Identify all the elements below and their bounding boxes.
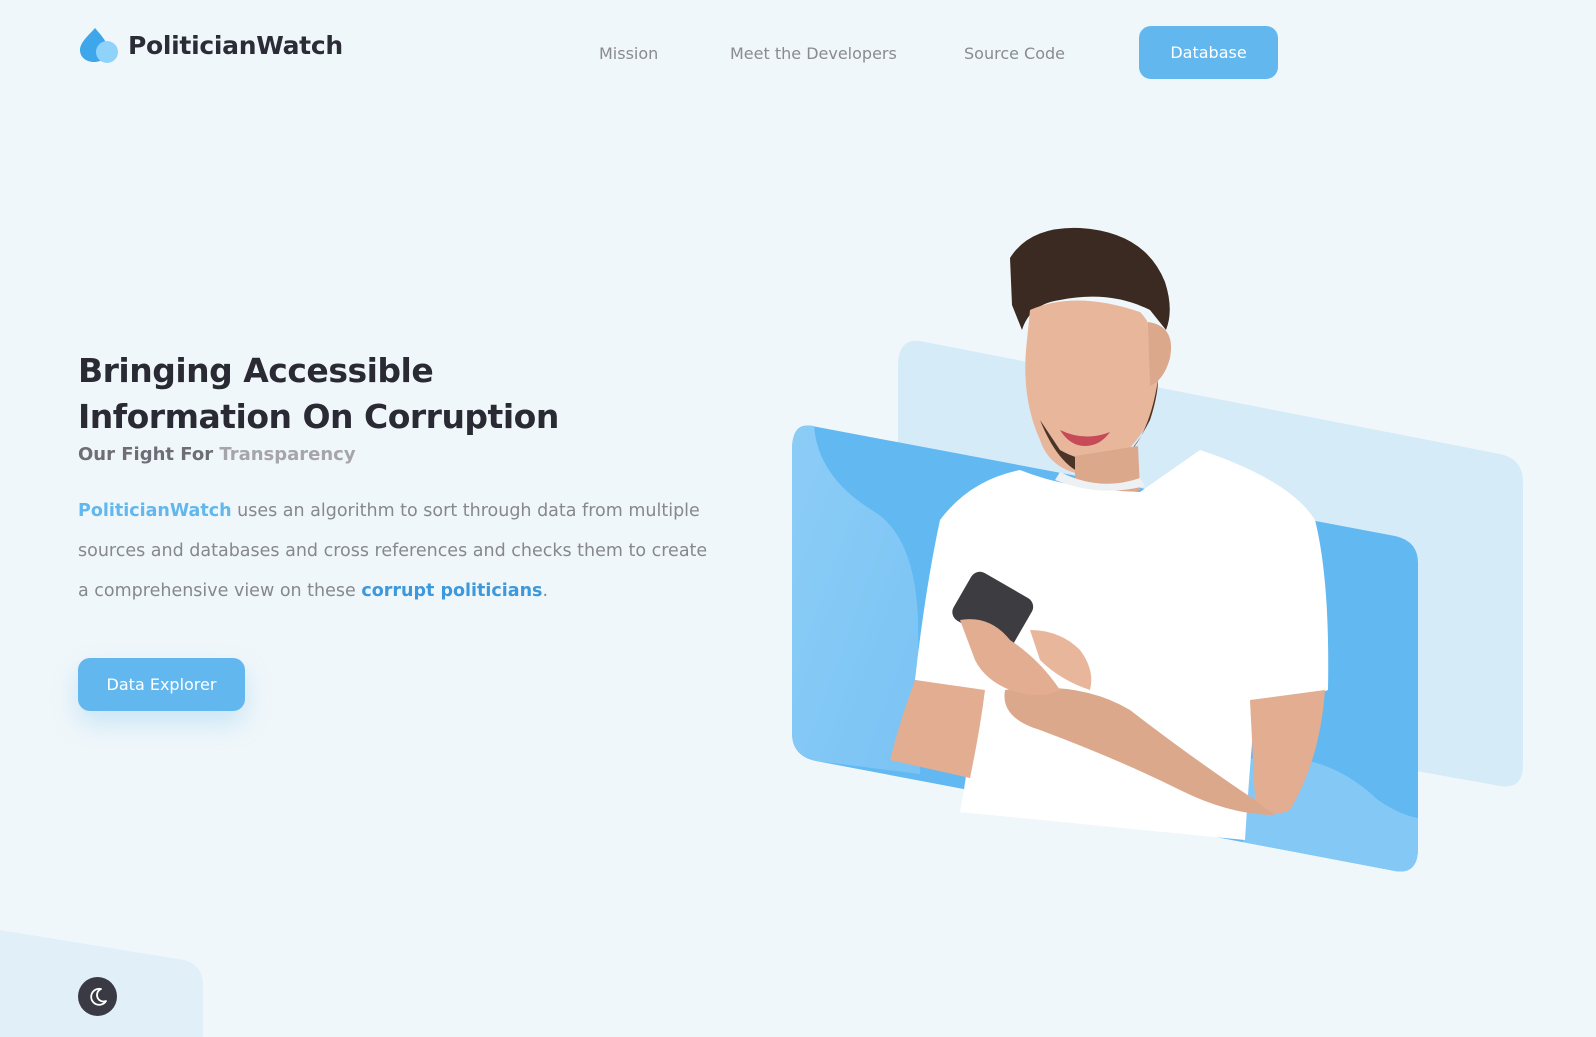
person-illustration — [890, 227, 1329, 840]
moon-icon — [89, 987, 107, 1006]
theme-toggle-button[interactable] — [78, 977, 117, 1016]
hero-illustration — [0, 227, 1523, 1037]
